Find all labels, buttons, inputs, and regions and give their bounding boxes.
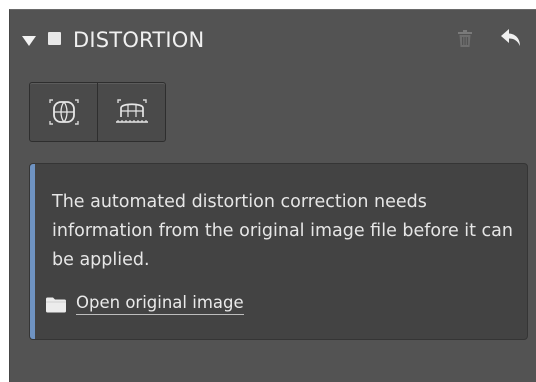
folder-icon: [46, 297, 66, 312]
collapse-triangle-icon[interactable]: [22, 36, 36, 46]
panel-title: DISTORTION: [73, 28, 205, 52]
trash-icon[interactable]: [457, 30, 473, 48]
distortion-grid-icon: [48, 99, 79, 125]
info-accent-bar: [30, 164, 35, 339]
distortion-panel: DISTORTION The automated distortion corr…: [9, 9, 536, 382]
info-message-box: The automated distortion correction need…: [29, 163, 528, 340]
panel-header: DISTORTION: [10, 10, 536, 68]
revert-arrow-icon[interactable]: [499, 28, 523, 48]
perspective-distortion-button[interactable]: [97, 83, 165, 141]
open-original-image-label: Open original image: [76, 293, 244, 315]
open-original-image-link[interactable]: Open original image: [45, 293, 244, 315]
info-message: The automated distortion correction need…: [52, 192, 513, 270]
perspective-ruler-icon: [115, 99, 148, 123]
enable-checkbox[interactable]: [48, 32, 61, 45]
auto-distortion-button[interactable]: [30, 83, 97, 141]
distortion-tool-group: [29, 82, 166, 142]
